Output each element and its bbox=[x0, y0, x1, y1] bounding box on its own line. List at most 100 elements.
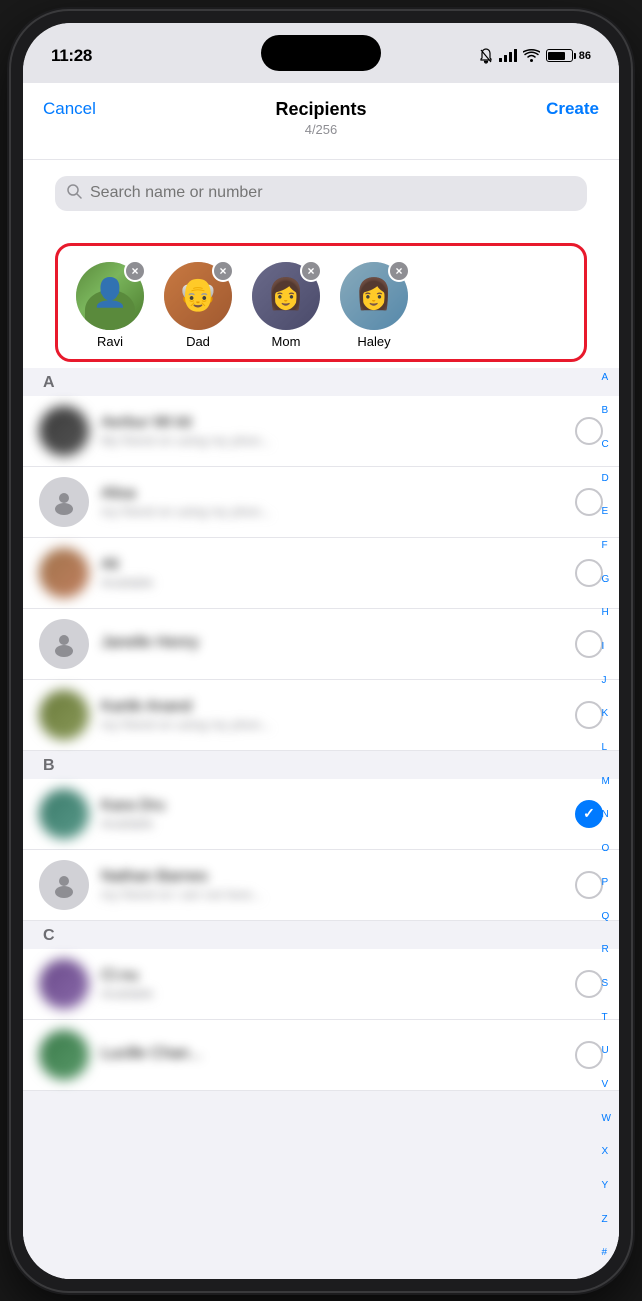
remove-ravi-button[interactable]: × bbox=[124, 260, 146, 282]
alpha-n[interactable]: N bbox=[598, 810, 615, 820]
alpha-t[interactable]: T bbox=[598, 1013, 615, 1023]
status-time: 11:28 bbox=[51, 46, 92, 66]
contact-detail: Available bbox=[101, 986, 563, 1001]
contact-name: Cl.nu bbox=[101, 967, 563, 985]
recipient-ravi-avatar-wrap: × bbox=[76, 262, 144, 330]
alpha-b[interactable]: B bbox=[598, 406, 615, 416]
alpha-z[interactable]: Z bbox=[598, 1215, 615, 1225]
alpha-j[interactable]: J bbox=[598, 676, 615, 686]
alpha-u[interactable]: U bbox=[598, 1046, 615, 1056]
contact-info: Janelle Henry bbox=[101, 634, 563, 653]
recipient-dad-name: Dad bbox=[186, 334, 210, 349]
cancel-button[interactable]: Cancel bbox=[43, 99, 96, 119]
recipient-mom: × Mom bbox=[246, 262, 326, 349]
recipient-haley-name: Haley bbox=[357, 334, 390, 349]
battery-level: 86 bbox=[579, 50, 591, 62]
alpha-f[interactable]: F bbox=[598, 541, 615, 551]
contact-detail: my friend on using my phon... bbox=[101, 717, 563, 732]
recipient-ravi: × Ravi bbox=[70, 262, 150, 349]
contact-name: Kartik Anand bbox=[101, 698, 563, 716]
contact-info: Kara Dru Available bbox=[101, 797, 563, 831]
contact-row[interactable]: Alisa my friend on using my phon... bbox=[23, 467, 619, 538]
create-button[interactable]: Create bbox=[546, 99, 599, 119]
alpha-i[interactable]: I bbox=[598, 642, 615, 652]
search-icon bbox=[67, 184, 82, 203]
dynamic-island bbox=[261, 35, 381, 71]
recipient-count: 4/256 bbox=[43, 122, 599, 137]
modal-sheet: Cancel Recipients Create 4/256 bbox=[23, 83, 619, 1279]
contact-name: Lucille Chan... bbox=[101, 1045, 563, 1063]
contact-avatar bbox=[39, 548, 89, 598]
contact-row[interactable]: Cl.nu Available bbox=[23, 949, 619, 1020]
recipient-haley: × Haley bbox=[334, 262, 414, 349]
alpha-q[interactable]: Q bbox=[598, 912, 615, 922]
alpha-hash[interactable]: # bbox=[598, 1248, 615, 1258]
modal-header: Cancel Recipients Create 4/256 bbox=[23, 83, 619, 160]
search-bar[interactable] bbox=[55, 176, 587, 211]
search-input[interactable] bbox=[90, 184, 575, 202]
remove-dad-button[interactable]: × bbox=[212, 260, 234, 282]
alpha-k[interactable]: K bbox=[598, 709, 615, 719]
remove-mom-button[interactable]: × bbox=[300, 260, 322, 282]
alpha-x[interactable]: X bbox=[598, 1147, 615, 1157]
contact-info: Kartik Anand my friend on using my phon.… bbox=[101, 698, 563, 732]
alpha-o[interactable]: O bbox=[598, 844, 615, 854]
alpha-r[interactable]: R bbox=[598, 945, 615, 955]
recipient-dad: × Dad bbox=[158, 262, 238, 349]
section-header-a: A bbox=[23, 368, 619, 396]
alpha-c[interactable]: C bbox=[598, 440, 615, 450]
battery-icon: 86 bbox=[546, 49, 591, 62]
alpha-s[interactable]: S bbox=[598, 979, 615, 989]
contact-detail: my friend on using my phon... bbox=[101, 504, 563, 519]
contacts-list[interactable]: A Aerbur Mt kit My friend on using my ph… bbox=[23, 368, 619, 1279]
section-header-b: B bbox=[23, 751, 619, 779]
alpha-g[interactable]: G bbox=[598, 575, 615, 585]
contact-avatar bbox=[39, 959, 89, 1009]
alpha-l[interactable]: L bbox=[598, 743, 615, 753]
contact-row[interactable]: Janelle Henry bbox=[23, 609, 619, 680]
alpha-a[interactable]: A bbox=[598, 373, 615, 383]
contact-avatar bbox=[39, 477, 89, 527]
contact-avatar bbox=[39, 406, 89, 456]
contact-row[interactable]: Kara Dru Available bbox=[23, 779, 619, 850]
contact-row[interactable]: Ali Available bbox=[23, 538, 619, 609]
wifi-icon bbox=[523, 49, 540, 62]
recipient-dad-avatar-wrap: × bbox=[164, 262, 232, 330]
contact-avatar bbox=[39, 690, 89, 740]
contact-info: Ali Available bbox=[101, 556, 563, 590]
recipient-mom-name: Mom bbox=[272, 334, 301, 349]
contact-info: Aerbur Mt kit My friend on using my phon… bbox=[101, 414, 563, 448]
alpha-e[interactable]: E bbox=[598, 507, 615, 517]
alpha-m[interactable]: M bbox=[598, 777, 615, 787]
page-title: Recipients bbox=[275, 99, 366, 120]
contact-row[interactable]: Nathan Barnes my friend on i am not here… bbox=[23, 850, 619, 921]
alpha-y[interactable]: Y bbox=[598, 1181, 615, 1191]
contact-name: Kara Dru bbox=[101, 797, 563, 815]
contact-name: Janelle Henry bbox=[101, 634, 563, 652]
signal-icon bbox=[499, 49, 517, 62]
contact-name: Ali bbox=[101, 556, 563, 574]
contact-info: Nathan Barnes my friend on i am not here… bbox=[101, 868, 563, 902]
contact-name: Aerbur Mt kit bbox=[101, 414, 563, 432]
alpha-p[interactable]: P bbox=[598, 878, 615, 888]
recipient-mom-avatar-wrap: × bbox=[252, 262, 320, 330]
section-header-c: C bbox=[23, 921, 619, 949]
remove-haley-button[interactable]: × bbox=[388, 260, 410, 282]
alpha-h[interactable]: H bbox=[598, 608, 615, 618]
contact-avatar bbox=[39, 789, 89, 839]
status-icons: 86 bbox=[479, 48, 591, 64]
contact-row[interactable]: Aerbur Mt kit My friend on using my phon… bbox=[23, 396, 619, 467]
contact-avatar bbox=[39, 1030, 89, 1080]
header-title-row: Cancel Recipients Create bbox=[43, 99, 599, 120]
alpha-d[interactable]: D bbox=[598, 474, 615, 484]
contact-detail: My friend on using my phon... bbox=[101, 433, 563, 448]
contact-detail: Available bbox=[101, 816, 563, 831]
alpha-w[interactable]: W bbox=[598, 1114, 615, 1124]
contact-detail: my friend on i am not here... bbox=[101, 887, 563, 902]
contact-row[interactable]: Lucille Chan... bbox=[23, 1020, 619, 1091]
contact-info: Lucille Chan... bbox=[101, 1045, 563, 1064]
contact-name: Alisa bbox=[101, 485, 563, 503]
alpha-index[interactable]: A B C D E F G H I J K L M N O P Q R S T bbox=[598, 373, 615, 1259]
contact-row[interactable]: Kartik Anand my friend on using my phon.… bbox=[23, 680, 619, 751]
alpha-v[interactable]: V bbox=[598, 1080, 615, 1090]
